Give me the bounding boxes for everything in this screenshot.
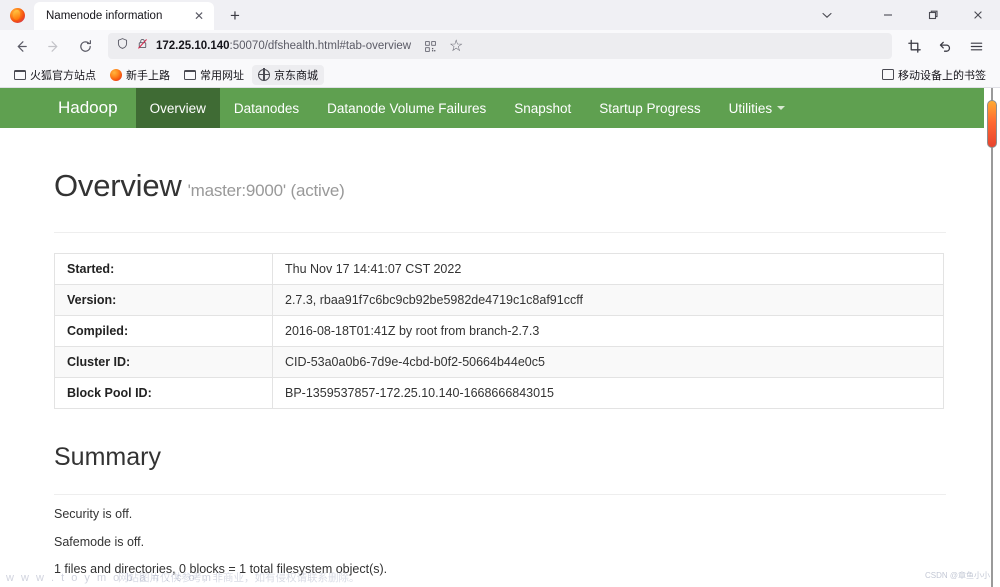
page-body: Overview 'master:9000' (active) Started: … xyxy=(0,128,1000,587)
bookmark-item[interactable]: 常用网址 xyxy=(178,65,250,85)
title-divider xyxy=(54,232,946,233)
tab-strip: Namenode information ✕ + xyxy=(0,0,1000,30)
summary-line: Safemode is off. xyxy=(54,534,145,549)
nav-item-label: Overview xyxy=(149,100,206,116)
hadoop-brand[interactable]: Hadoop xyxy=(40,88,136,128)
bookmark-item[interactable]: 京东商城 xyxy=(252,64,324,85)
url-text: 172.25.10.140:50070/dfshealth.html#tab-o… xyxy=(156,40,411,52)
row-value: CID-53a0a0b6-7d9e-4cbd-b0f2-50664b44e0c5 xyxy=(272,346,944,378)
shield-icon[interactable] xyxy=(116,37,129,55)
lock-crossed-icon[interactable] xyxy=(136,37,149,55)
row-key: Started: xyxy=(54,253,273,285)
page-viewport: Hadoop Overview Datanodes Datanode Volum… xyxy=(0,88,1000,587)
close-icon[interactable]: ✕ xyxy=(190,7,208,25)
hadoop-navbar: Hadoop Overview Datanodes Datanode Volum… xyxy=(0,88,1000,128)
url-host: 172.25.10.140 xyxy=(156,40,230,52)
tab-title: Namenode information xyxy=(46,10,163,22)
row-key: Compiled: xyxy=(54,315,273,347)
crop-icon[interactable] xyxy=(900,33,928,59)
table-row: Compiled: 2016-08-18T01:41Z by root from… xyxy=(54,315,944,347)
bookmark-label: 常用网址 xyxy=(200,69,244,82)
row-value: 2.7.3, rbaa91f7c6bc9cb92be5982de4719c1c8… xyxy=(272,284,944,316)
nav-item-datanode-volume-failures[interactable]: Datanode Volume Failures xyxy=(313,88,500,128)
nav-item-label: Startup Progress xyxy=(599,100,701,116)
bookmark-item[interactable]: 新手上路 xyxy=(104,65,176,85)
nav-item-label: Snapshot xyxy=(514,100,572,116)
summary-title: Summary xyxy=(54,443,161,471)
nav-item-overview[interactable]: Overview xyxy=(135,88,220,128)
chevron-down-icon xyxy=(777,106,786,110)
bookmark-label: 新手上路 xyxy=(126,69,170,82)
row-value: Thu Nov 17 14:41:07 CST 2022 xyxy=(272,253,944,285)
qr-code-icon[interactable] xyxy=(418,35,442,57)
scrollbar-thumb[interactable] xyxy=(987,100,997,148)
close-window-icon[interactable] xyxy=(955,0,1000,30)
scrollbar-track[interactable] xyxy=(991,88,993,587)
firefox-icon xyxy=(110,68,122,81)
summary-line: 1 files and directories, 0 blocks = 1 to… xyxy=(54,562,388,577)
nav-item-label: Datanode Volume Failures xyxy=(327,100,487,116)
maximize-icon[interactable] xyxy=(910,0,955,30)
url-path: :50070/dfshealth.html#tab-overview xyxy=(229,40,412,52)
bookmark-label: 火狐官方站点 xyxy=(30,69,96,82)
toolbar-right-actions xyxy=(900,33,994,59)
list-all-tabs-icon[interactable] xyxy=(807,0,847,30)
undo-icon[interactable] xyxy=(931,33,959,59)
row-key: Block Pool ID: xyxy=(54,377,273,409)
overview-table: Started: Thu Nov 17 14:41:07 CST 2022 Ve… xyxy=(54,253,944,409)
firefox-logo-icon xyxy=(4,0,30,30)
row-key: Cluster ID: xyxy=(54,346,273,378)
hamburger-menu-icon[interactable] xyxy=(962,33,990,59)
bookmark-star-icon[interactable]: ☆ xyxy=(444,35,468,57)
table-row: Block Pool ID: BP-1359537857-172.25.10.1… xyxy=(54,377,944,409)
summary-divider xyxy=(54,494,946,495)
folder-icon xyxy=(184,69,196,80)
address-bar-actions: ☆ xyxy=(418,35,468,57)
page-title-subtitle: 'master:9000' (active) xyxy=(187,181,345,200)
minimize-icon[interactable] xyxy=(865,0,910,30)
new-tab-button[interactable]: + xyxy=(222,3,248,29)
table-row: Cluster ID: CID-53a0a0b6-7d9e-4cbd-b0f2-… xyxy=(54,346,944,378)
nav-item-utilities[interactable]: Utilities xyxy=(715,88,800,128)
forward-icon[interactable] xyxy=(38,33,68,59)
mobile-bookmarks-label: 移动设备上的书签 xyxy=(898,69,986,82)
browser-window: Namenode information ✕ + 172.25.10.140:5… xyxy=(0,0,1000,587)
mobile-bookmarks-item[interactable]: 移动设备上的书签 xyxy=(876,65,992,85)
nav-item-label: Utilities xyxy=(728,100,773,116)
bookmark-item[interactable]: 火狐官方站点 xyxy=(8,65,102,85)
row-value: BP-1359537857-172.25.10.140-166866684301… xyxy=(272,377,944,409)
back-icon[interactable] xyxy=(6,33,36,59)
table-row: Version: 2.7.3, rbaa91f7c6bc9cb92be5982d… xyxy=(54,284,944,316)
row-key: Version: xyxy=(54,284,273,316)
bookmarks-bar: 火狐官方站点 新手上路 常用网址 京东商城 移动设备上的书签 xyxy=(0,62,1000,88)
page-scrollbar[interactable] xyxy=(984,88,1000,587)
mobile-bookmarks-icon xyxy=(882,69,894,80)
bookmark-label: 京东商城 xyxy=(274,69,318,82)
navigation-toolbar: 172.25.10.140:50070/dfshealth.html#tab-o… xyxy=(0,30,1000,62)
reload-icon[interactable] xyxy=(70,33,100,59)
page-title-main: Overview xyxy=(54,168,182,203)
nav-item-startup-progress[interactable]: Startup Progress xyxy=(585,88,714,128)
nav-item-label: Datanodes xyxy=(233,100,300,116)
folder-icon xyxy=(14,69,26,80)
window-controls xyxy=(807,0,1000,30)
address-bar[interactable]: 172.25.10.140:50070/dfshealth.html#tab-o… xyxy=(108,33,892,59)
globe-icon xyxy=(257,68,270,81)
browser-tab[interactable]: Namenode information ✕ xyxy=(34,2,214,30)
page-title: Overview 'master:9000' (active) xyxy=(54,128,946,204)
summary-line: Security is off. xyxy=(54,507,133,521)
table-row: Started: Thu Nov 17 14:41:07 CST 2022 xyxy=(54,253,944,285)
row-value: 2016-08-18T01:41Z by root from branch-2.… xyxy=(272,315,944,347)
nav-item-datanodes[interactable]: Datanodes xyxy=(220,88,313,128)
nav-item-snapshot[interactable]: Snapshot xyxy=(500,88,585,128)
